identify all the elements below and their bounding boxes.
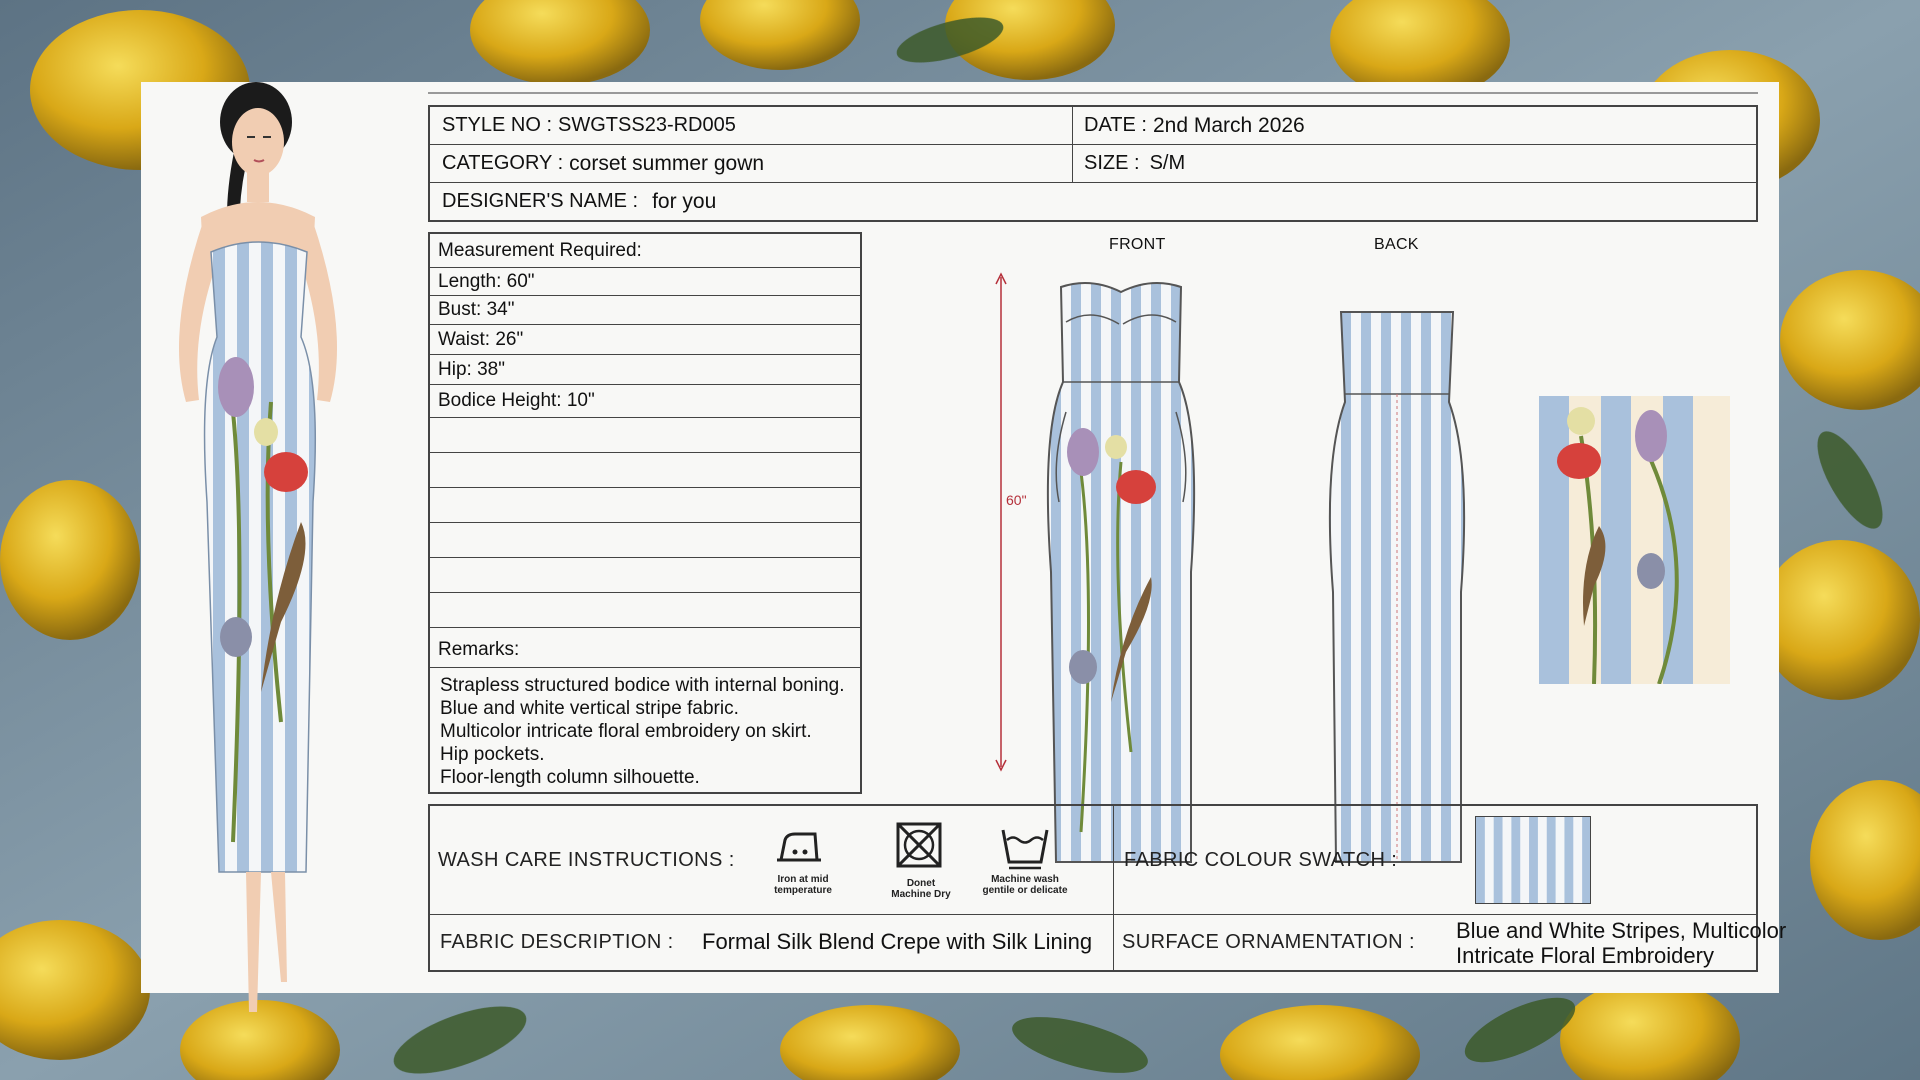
measurement-bust: Bust: 34" [438, 299, 515, 320]
iron-care-text-line-2: temperature [774, 885, 832, 896]
front-flat-sketch [1046, 282, 1196, 863]
fabric-colour-swatch [1475, 816, 1591, 904]
surface-ornamentation-line-2: Intricate Floral Embroidery [1456, 943, 1714, 968]
designer-label: DESIGNER'S NAME : [442, 190, 639, 212]
remarks-divider [430, 667, 860, 668]
remarks-title: Remarks: [438, 639, 520, 660]
measurement-row-empty [430, 558, 860, 593]
fabric-colour-swatch-label: FABRIC COLOUR SWATCH : [1124, 849, 1398, 871]
remark-line: Floor-length column silhouette. [440, 767, 700, 788]
size-label: SIZE : [1084, 152, 1140, 174]
tech-pack-sheet: STYLE NO : SWGTSS23-RD005 DATE : 2nd Mar… [141, 82, 1786, 1012]
footer-table: WASH CARE INSTRUCTIONS : Iron at mid tem… [428, 804, 1786, 972]
measurement-waist: Waist: 26" [438, 328, 524, 350]
machine-wash-icon [1001, 829, 1049, 870]
wash-care-label: WASH CARE INSTRUCTIONS : [438, 849, 735, 871]
designer-cell: DESIGNER'S NAME : for you [430, 183, 716, 220]
remark-line: Strapless structured bodice with interna… [440, 675, 845, 696]
remark-line: Multicolor intricate floral embroidery o… [440, 721, 812, 742]
measurement-length: Length: 60" [438, 270, 535, 292]
machine-wash-text-line-2: gentile or delicate [982, 885, 1068, 896]
date-cell: DATE : 2nd March 2026 [1072, 107, 1760, 144]
remark-line: Hip pockets. [440, 744, 545, 765]
measurement-row-empty [430, 453, 860, 488]
machine-wash-text-line-1: Machine wash [991, 874, 1059, 885]
header-row-1: STYLE NO : SWGTSS23-RD005 DATE : 2nd Mar… [430, 107, 1756, 145]
footer-divider-vertical [1113, 806, 1114, 970]
measurement-row-empty [430, 523, 860, 558]
measurement-title: Measurement Required: [430, 234, 860, 268]
category-label: CATEGORY : [442, 152, 564, 174]
fabric-description-label: FABRIC DESCRIPTION : [440, 931, 674, 953]
front-view-label: FRONT [1109, 236, 1166, 253]
measurement-row: Waist: 26" [430, 325, 860, 355]
top-rule [428, 92, 1758, 94]
no-machine-dry-text-line-2: Machine Dry [891, 889, 951, 900]
style-no-label: STYLE NO : [442, 114, 553, 136]
embroidery-print-swatch [1539, 396, 1730, 684]
measurement-hip: Hip: 38" [438, 358, 505, 380]
category-value: corset summer gown [569, 151, 765, 175]
surface-ornamentation-line-1: Blue and White Stripes, Multicolor [1456, 918, 1787, 943]
model-illustration [178, 82, 338, 1012]
size-cell: SIZE : S/M [1072, 145, 1760, 182]
footer-divider-horizontal [430, 914, 1756, 915]
style-no-cell: STYLE NO : SWGTSS23-RD005 [430, 107, 1072, 144]
no-machine-dry-text: Donet Machine Dry [866, 878, 976, 900]
category-cell: CATEGORY : corset summer gown [430, 145, 1072, 182]
date-label: DATE : [1084, 114, 1147, 136]
back-flat-sketch [1328, 311, 1466, 863]
measurement-row-empty [430, 488, 860, 523]
measurement-row: Length: 60" [430, 268, 860, 296]
iron-care-text-line-1: Iron at mid [777, 874, 829, 885]
iron-care-text: Iron at mid temperature [748, 874, 858, 896]
designer-value: for you [652, 189, 717, 213]
measurement-row: Hip: 38" [430, 355, 860, 385]
measurement-table: Measurement Required: Length: 60" Bust: … [428, 232, 862, 794]
iron-icon [777, 832, 821, 862]
measurement-row: Bodice Height: 10" [430, 385, 860, 418]
fabric-description-value: Formal Silk Blend Crepe with Silk Lining [702, 929, 1093, 954]
no-machine-dry-text-line-1: Donet [906, 878, 936, 889]
machine-wash-text: Machine wash gentile or delicate [970, 874, 1080, 896]
measurement-row-empty [430, 593, 860, 628]
measurement-row-empty [430, 418, 860, 453]
remarks-list: Strapless structured bodice with interna… [440, 674, 845, 789]
header-row-2: CATEGORY : corset summer gown SIZE : S/M [430, 145, 1756, 183]
back-view-label: BACK [1374, 236, 1419, 253]
header-table: STYLE NO : SWGTSS23-RD005 DATE : 2nd Mar… [428, 105, 1758, 222]
no-machine-dry-icon [896, 822, 942, 868]
surface-ornamentation-label: SURFACE ORNAMENTATION : [1122, 931, 1415, 953]
date-value: 2nd March 2026 [1152, 113, 1305, 137]
measurement-row: Bust: 34" [430, 296, 860, 325]
surface-ornamentation-value: Blue and White Stripes, Multicolor Intri… [1456, 918, 1786, 968]
style-no-value: SWGTSS23-RD005 [558, 114, 736, 136]
size-value: S/M [1149, 152, 1186, 174]
header-divider [1072, 107, 1073, 183]
measurement-title-text: Measurement Required: [438, 239, 642, 261]
remark-line: Blue and white vertical stripe fabric. [440, 698, 739, 719]
measurement-bodice-height: Bodice Height: 10" [438, 390, 595, 411]
